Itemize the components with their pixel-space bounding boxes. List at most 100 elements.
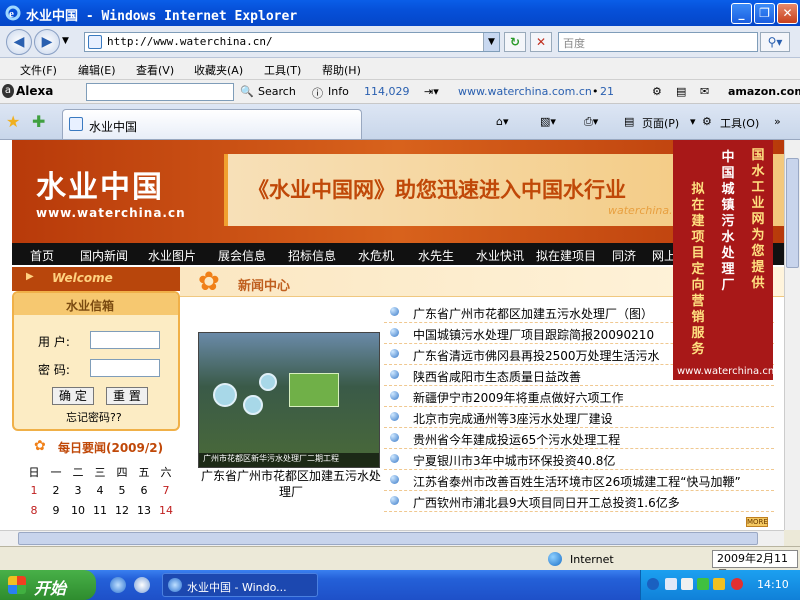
calendar-day[interactable]: 4 [90,484,110,497]
search-input[interactable]: 百度 [558,32,758,52]
tab-waterchina[interactable]: 水业中国 [62,109,362,139]
calendar-day[interactable]: 13 [134,504,154,517]
login-button[interactable]: 确 定 [52,387,94,405]
list-item[interactable]: 新疆伊宁市2009年将重点做好六项工作 [384,386,774,407]
feeds-icon[interactable]: ▧▾ [540,115,556,128]
history-dropdown-icon[interactable]: ▼ [62,36,69,46]
horizontal-scrollbar[interactable] [0,530,784,546]
volume-icon[interactable] [681,578,693,590]
calendar-day[interactable]: 11 [90,504,110,517]
alexa-search-button[interactable]: Search [258,85,296,98]
nav-water-crisis[interactable]: 水危机 [358,247,394,264]
signal-icon[interactable] [697,578,709,590]
nav-tenders[interactable]: 招标信息 [288,247,336,264]
username-input[interactable] [90,331,160,349]
start-button[interactable]: 开始 [0,570,96,600]
calendar-day[interactable]: 5 [112,484,132,497]
menu-view[interactable]: 查看(V) [136,62,174,78]
address-dropdown-icon[interactable]: ▼ [483,33,499,51]
scroll-thumb[interactable] [786,158,799,268]
reset-button[interactable]: 重 置 [106,387,148,405]
info-icon[interactable]: ⓘ [312,85,323,101]
ad-panel[interactable]: 国水工业网为您提供 中国城镇污水处理厂 拟在建项目定向营销服务 www.wate… [673,140,774,380]
scroll-thumb[interactable] [18,532,758,545]
news-title[interactable]: 中国城镇污水处理厂项目跟踪简报20090210 [413,326,654,343]
add-favorites-icon[interactable]: ✚ [32,112,45,131]
alexa-search-input[interactable] [86,83,234,101]
magnifier-icon[interactable]: 🔍 [240,85,254,98]
maximize-button[interactable]: ❐ [754,3,775,24]
calendar-day[interactable]: 3 [68,484,88,497]
shield-icon[interactable] [713,578,725,590]
calendar-day[interactable]: 7 [156,484,176,497]
calendar-day[interactable]: 14 [156,504,176,517]
tools-menu[interactable]: 工具(O) [720,115,759,131]
network-icon[interactable] [665,578,677,590]
page-menu-icon[interactable]: ▤ [624,115,634,128]
news-title[interactable]: 宁夏银川市3年中城市环保投资40.8亿 [413,452,615,469]
menu-tools[interactable]: 工具(T) [264,62,301,78]
mail-icon[interactable]: ✉ [700,85,709,98]
clock[interactable]: 14:10 [757,578,789,591]
vertical-scrollbar[interactable] [784,140,800,530]
chevron-left-icon[interactable] [647,578,659,590]
calendar-day[interactable]: 12 [112,504,132,517]
print-icon[interactable]: ⎙▾ [584,115,598,129]
calendar-day[interactable]: 9 [46,504,66,517]
close-button[interactable]: ✕ [777,3,798,24]
list-item[interactable]: 广西钦州市浦北县9大项目同日开工总投资1.6亿多 [384,491,774,512]
calendar-day[interactable]: 6 [134,484,154,497]
stop-icon[interactable]: ✕ [530,32,552,52]
list-item[interactable]: 贵州省今年建成投运65个污水处理工程 [384,428,774,449]
list-item[interactable]: 江苏省泰州市改善百姓生活环境市区26项城建工程“快马加鞭” [384,470,774,491]
taskbar-item-ie[interactable]: 水业中国 - Windo... [162,573,318,597]
list-item[interactable]: 宁夏银川市3年中城市环保投资40.8亿 [384,449,774,470]
calendar-day[interactable]: 8 [24,504,44,517]
nav-home[interactable]: 首页 [30,247,54,264]
amazon-link[interactable]: amazon.com [728,85,800,98]
news-title[interactable]: 江苏省泰州市改善百姓生活环境市区26项城建工程“快马加鞭” [413,473,741,490]
page-menu[interactable]: 页面(P) [642,115,679,131]
news-photo[interactable]: 广州市花都区新华污水处理厂二期工程 [198,332,380,468]
calendar-day[interactable]: 2 [46,484,66,497]
back-button[interactable]: ◀ [6,29,32,55]
chevron-right-icon[interactable]: » [774,115,781,128]
forward-button[interactable]: ▶ [34,29,60,55]
news-title[interactable]: 北京市完成通州等3座污水处理厂建设 [413,410,613,427]
news-title[interactable]: 贵州省今年建成投运65个污水处理工程 [413,431,620,448]
alexa-logo[interactable]: Alexa [16,84,53,98]
refresh-icon[interactable]: ↻ [504,32,526,52]
calendar-day[interactable]: 1 [24,484,44,497]
nav-mr-water[interactable]: 水先生 [418,247,454,264]
news-title[interactable]: 新疆伊宁市2009年将重点做好六项工作 [413,389,624,406]
password-input[interactable] [90,359,160,377]
list-item[interactable]: 北京市完成通州等3座污水处理厂建设 [384,407,774,428]
settings-icon[interactable]: ⚙ [652,85,662,98]
nav-tongji[interactable]: 同济 [612,247,636,264]
desktop-quicklaunch-icon[interactable] [134,577,150,593]
address-url[interactable]: http://www.waterchina.cn/ [107,35,273,48]
news-title[interactable]: 广东省广州市花都区加建五污水处理厂（图） [413,305,653,322]
news-title[interactable]: 陕西省咸阳市生态质量日益改善 [413,368,581,385]
nav-photos[interactable]: 水业图片 [148,247,196,264]
address-bar[interactable]: http://www.waterchina.cn/ ▼ [84,32,500,52]
site-logo[interactable]: 水业中国 www.waterchina.cn [36,162,186,220]
ie-quicklaunch-icon[interactable] [110,577,126,593]
nav-domestic-news[interactable]: 国内新闻 [80,247,128,264]
news-title[interactable]: 广西钦州市浦北县9大项目同日开工总投资1.6亿多 [413,494,680,511]
security-icon[interactable] [731,578,743,590]
forgot-password-link[interactable]: 忘记密码?? [66,409,122,425]
calendar-day[interactable]: 10 [68,504,88,517]
favorites-star-icon[interactable]: ★ [6,112,20,131]
related-icon[interactable]: ⇥▾ [424,85,439,98]
dropdown-icon[interactable]: ▾ [690,115,696,128]
minimize-button[interactable]: _ [731,3,752,24]
nav-projects[interactable]: 拟在建项目 [536,247,596,264]
menu-edit[interactable]: 编辑(E) [78,62,116,78]
tools-gear-icon[interactable]: ⚙ [702,115,712,128]
alexa-info-button[interactable]: Info [328,85,349,98]
print-icon[interactable]: ▤ [676,85,686,98]
search-icon[interactable]: ⚲▾ [760,32,790,52]
news-title[interactable]: 广东省清远市佛冈县再投2500万处理生活污水 [413,347,660,364]
nav-flash[interactable]: 水业快讯 [476,247,524,264]
